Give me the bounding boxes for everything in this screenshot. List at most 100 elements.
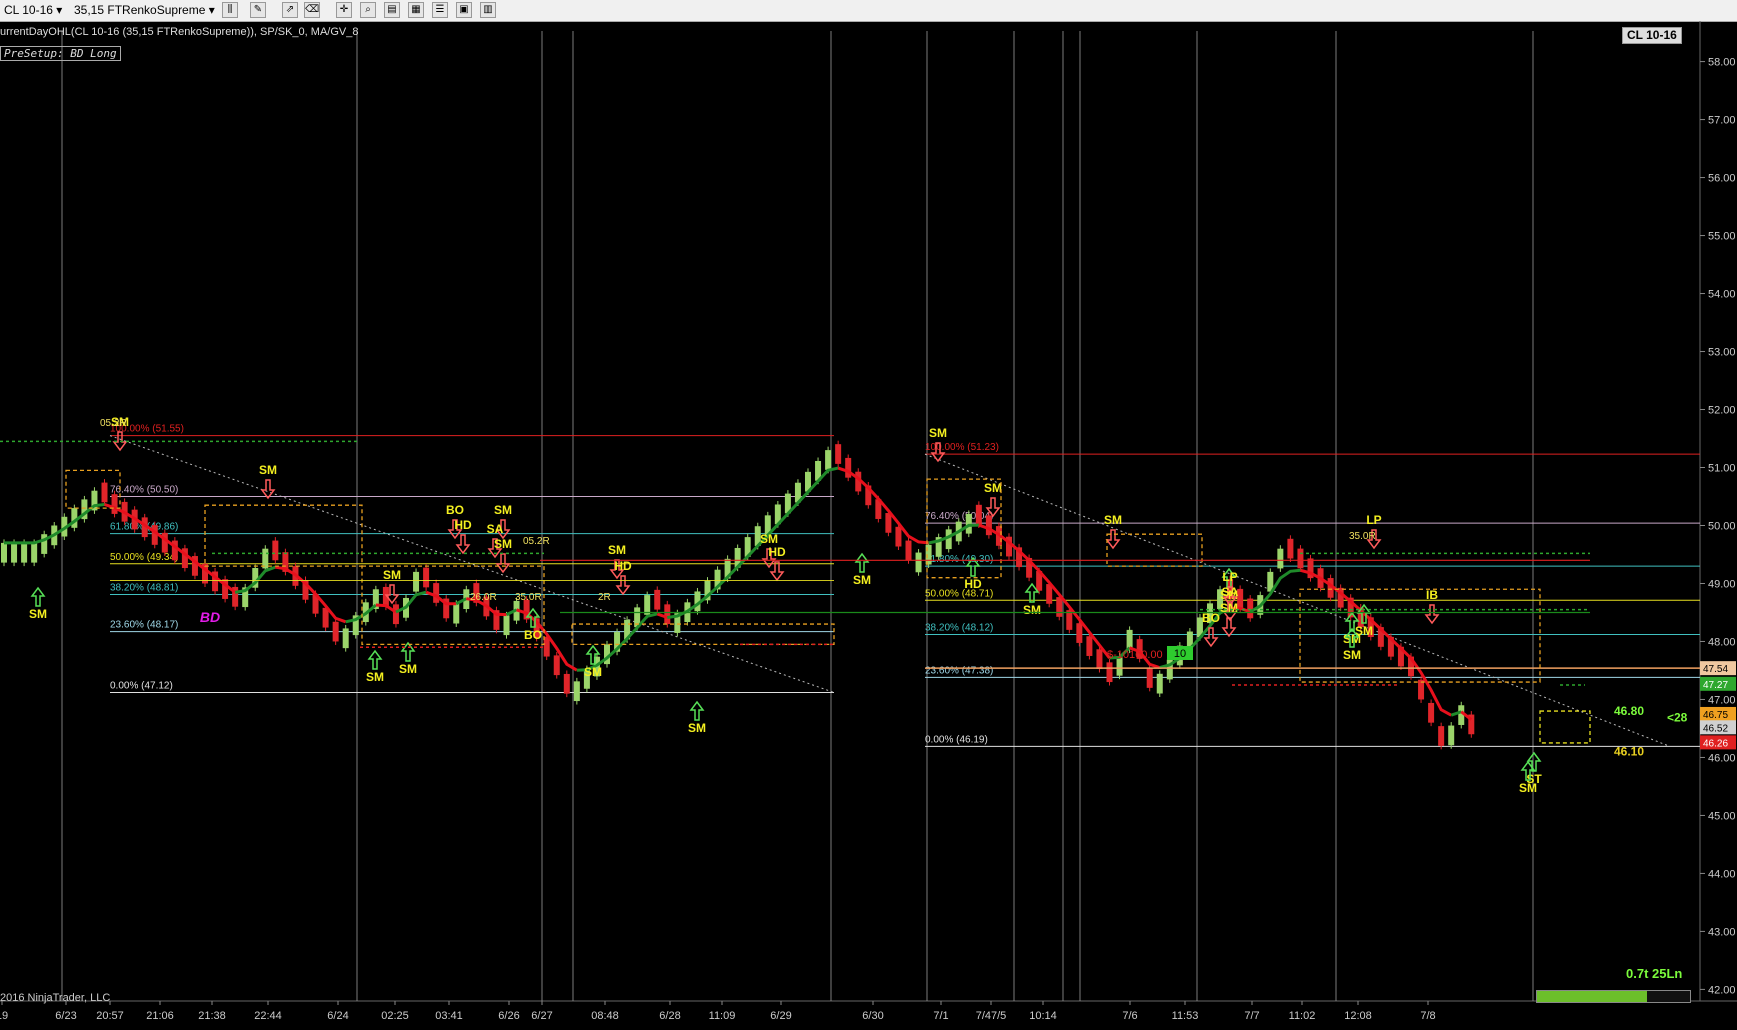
instrument-label: CL 10-16 [4,3,53,17]
price-bar [835,444,842,464]
eraser-icon[interactable]: ⌫ [304,2,320,18]
indicators-icon[interactable]: ▤ [384,2,400,18]
x-tick-label: 6/29 [770,1010,791,1022]
y-tick-label: 45.00 [1708,810,1736,822]
sell-arrow-icon [769,561,785,582]
x-tick-label: 19 [0,1010,8,1022]
properties-icon[interactable]: ▣ [456,2,472,18]
price-bar [563,673,570,694]
sell-arrow-icon [455,534,471,555]
y-tick-label: 55.00 [1708,231,1736,243]
range-box [1539,710,1591,744]
price-bar [111,494,118,514]
indicator-label: urrentDayOHL(CL 10-16 (35,15 FTRenkoSupr… [0,26,359,38]
range-label: 26.0R [470,592,497,603]
y-tick-label: 56.00 [1708,173,1736,185]
buy-arrow-icon [367,649,383,670]
y-tick-label: 46.00 [1708,752,1736,764]
signal-label: HD [454,518,472,532]
signal-label: SM [399,662,417,676]
price-bar [845,457,852,478]
price-bar [985,515,992,536]
x-tick-label: 6/27 [531,1010,552,1022]
price-chart[interactable]: 58.00 57.00 56.00 55.00 54.00 53.00 52.00 51.00… [0,21,1737,1030]
x-tick-label: 6/30 [862,1010,883,1022]
bar-type-selector[interactable]: 35,15 FTRenkoSupreme ▾ [74,2,215,18]
instrument-tag: CL 10-16 [1622,27,1682,44]
y-tick-label: 50.00 [1708,520,1736,532]
price-bar [1146,668,1153,688]
price-bar [503,615,510,636]
price-bar [654,589,661,610]
draw-pencil-icon[interactable]: ✎ [250,2,266,18]
chart-style-icon[interactable]: ⫼ [222,2,238,18]
trailing-ma-line [425,590,457,606]
signal-label: BO [524,628,542,642]
price-bar [1156,673,1163,694]
instrument-selector[interactable]: CL 10-16 ▾ [4,2,62,18]
progress-bar [1536,990,1691,1003]
price-bar [1287,538,1294,559]
y-tick-label: 49.00 [1708,578,1736,590]
signal-label: BO [446,503,464,517]
x-tick-label: 7/6 [1122,1010,1137,1022]
x-tick-label: 11:02 [1289,1010,1316,1022]
price-bar [423,567,430,588]
x-tick-label: 7/1 [933,1010,948,1022]
range-label: 2R [598,592,611,603]
strategies-icon[interactable]: ▦ [408,2,424,18]
sell-arrow-icon [1221,617,1237,638]
data-box-icon[interactable]: ▥ [480,2,496,18]
sell-arrow-icon [260,479,276,500]
signal-label: SA [487,522,504,536]
draw-tools-icon[interactable]: ⇗ [282,2,298,18]
fib-level-label: 38.20% (48.81) [110,583,178,594]
price-bar [553,655,560,676]
zoom-icon[interactable]: ⌕ [360,2,376,18]
price-marker-label: 47.27 [1703,680,1728,691]
crosshair-icon[interactable]: ✛ [336,2,352,18]
range-label: 35.0R [515,592,542,603]
trailing-ma-line [345,603,377,624]
y-tick-label: 52.00 [1708,405,1736,417]
signal-label: SM [494,503,512,517]
price-bar [1106,662,1113,683]
x-tick-label: 7/8 [1420,1010,1435,1022]
y-tick-label: 48.00 [1708,636,1736,648]
signal-label: SM [1104,513,1122,527]
price-bar [1247,598,1254,619]
y-tick-label: 54.00 [1708,289,1736,301]
speed-label: 0.7t 25Ln [1626,966,1683,981]
price-bar [1076,623,1083,643]
signal-label: SM [494,537,512,551]
signal-label: SM [853,573,871,587]
price-bar [1277,548,1284,569]
y-tick-label: 43.00 [1708,926,1736,938]
x-tick-label: 21:06 [146,1010,174,1022]
signal-label: SA [1222,585,1239,599]
price-bar [1297,548,1304,569]
trailing-ma-line [667,466,839,619]
buy-arrow-icon [1526,751,1542,772]
price-bar [895,526,902,547]
signal-label: LP [1222,570,1237,584]
x-tick-label: 11:09 [709,1010,736,1022]
price-bar [1096,649,1103,670]
price-bar [1126,629,1133,650]
price-bar [1,542,7,563]
sell-arrow-icon [1424,604,1440,625]
fib-level-label: 61.80% (49.30) [925,554,993,565]
price-bar [272,540,279,561]
signal-label: SM [760,532,778,546]
signal-label: SM [383,568,401,582]
fib-level-label: 50.00% (48.71) [925,588,993,599]
trailing-ma-line [837,466,929,545]
fib-level-label: 0.00% (46.19) [925,734,988,745]
price-bar [975,504,982,525]
chart-trader-icon[interactable]: ☰ [432,2,448,18]
toolbar: CL 10-16 ▾ 35,15 FTRenkoSupreme ▾ ⫼ ✎ ⇗ … [0,0,1737,22]
y-tick-label: 44.00 [1708,868,1736,880]
signal-label: SM [608,543,626,557]
x-tick-label: 11:53 [1172,1010,1199,1022]
buy-arrow-icon [689,700,705,721]
